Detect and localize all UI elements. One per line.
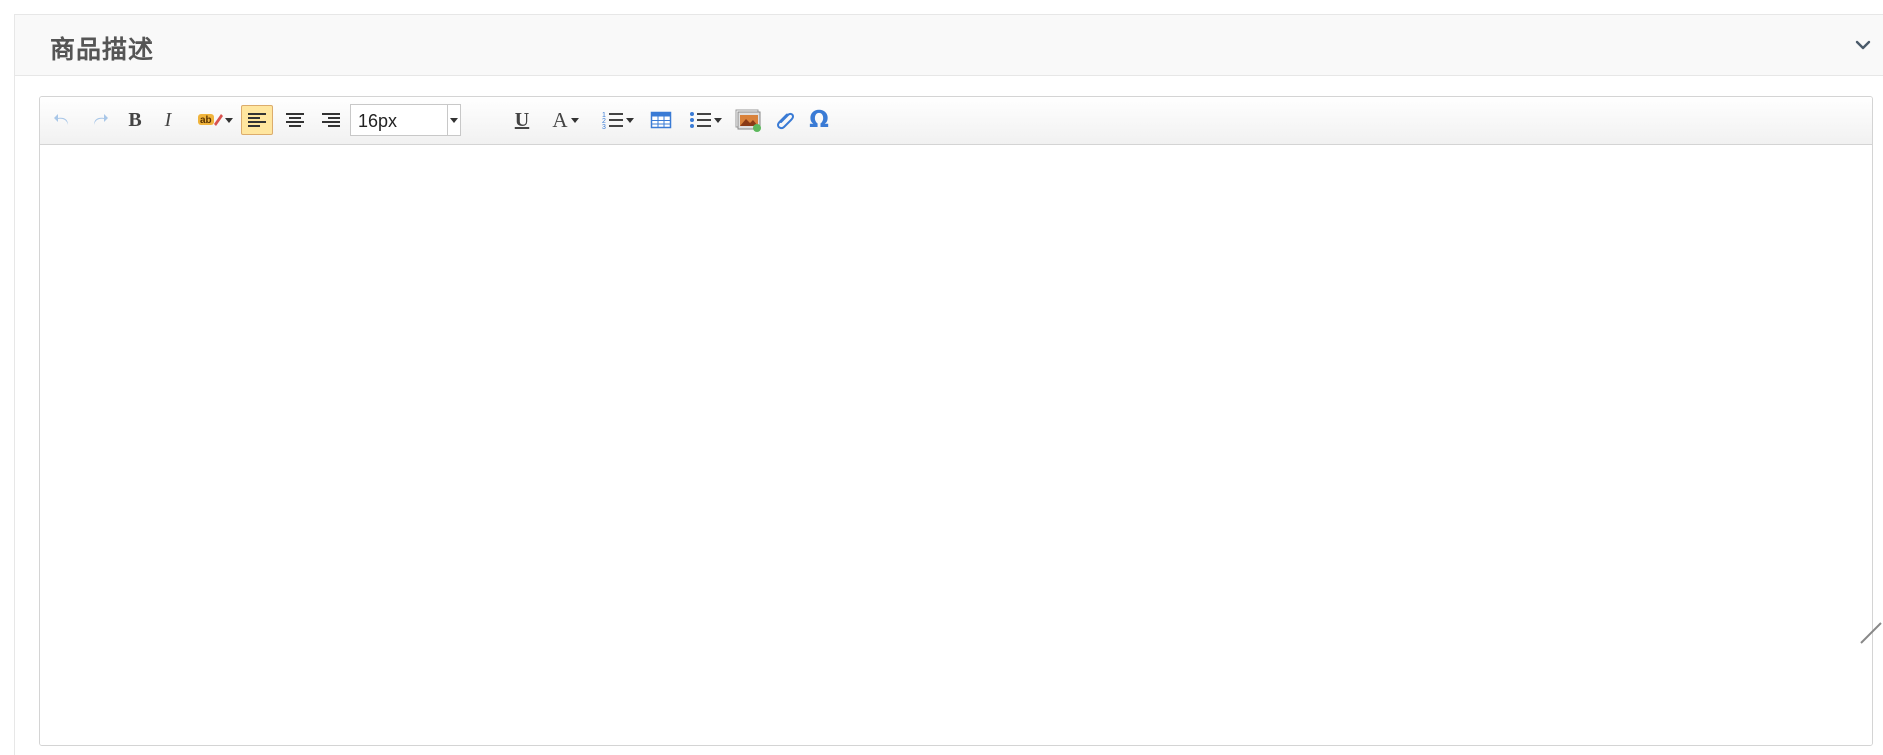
- underline-button[interactable]: U: [510, 105, 534, 135]
- page: 商品描述 B I ab 16px U A 1 2 3 Ω: [0, 0, 1883, 755]
- font-size-value: 16px: [358, 111, 398, 131]
- font-color-label: A: [552, 107, 568, 132]
- dropdown-arrow-icon: [714, 118, 722, 123]
- editor-content-area[interactable]: [40, 145, 1872, 745]
- font-color-button[interactable]: A: [546, 105, 586, 135]
- resize-handle[interactable]: [1859, 621, 1883, 645]
- align-left-button[interactable]: [241, 105, 273, 135]
- svg-text:ab: ab: [200, 115, 212, 126]
- dropdown-arrow-icon: [225, 118, 233, 123]
- italic-button[interactable]: I: [158, 105, 178, 135]
- unordered-list-icon: [690, 112, 711, 128]
- dropdown-arrow-icon: [626, 118, 634, 123]
- bold-button[interactable]: B: [124, 105, 146, 135]
- svg-text:3: 3: [602, 124, 606, 131]
- align-center-button[interactable]: [280, 105, 310, 135]
- align-center-icon: [286, 113, 304, 127]
- redo-icon: [94, 114, 108, 125]
- editor-toolbar: B I ab 16px U A 1 2 3 Ω: [40, 97, 1872, 145]
- chevron-down-icon[interactable]: [1851, 35, 1875, 55]
- unordered-list-button[interactable]: [684, 105, 728, 135]
- special-character-button[interactable]: Ω: [804, 105, 834, 135]
- panel-header: 商品描述: [15, 15, 1883, 76]
- undo-button[interactable]: [52, 105, 74, 135]
- ordered-list-button[interactable]: 1 2 3: [596, 105, 640, 135]
- undo-icon: [54, 114, 68, 125]
- redo-button[interactable]: [88, 105, 110, 135]
- align-right-icon: [322, 113, 340, 127]
- attachment-button[interactable]: [772, 105, 800, 135]
- dropdown-arrow-icon: [570, 118, 579, 123]
- paperclip-icon: [776, 112, 795, 130]
- ordered-list-icon: 1 2 3: [602, 112, 623, 131]
- align-right-button[interactable]: [316, 105, 346, 135]
- rich-text-editor: B I ab 16px U A 1 2 3 Ω: [39, 96, 1873, 746]
- table-icon: [650, 111, 672, 129]
- insert-image-button[interactable]: [732, 105, 764, 135]
- table-button[interactable]: [648, 105, 674, 135]
- align-left-icon: [248, 113, 266, 127]
- chevron-down-icon[interactable]: [447, 105, 460, 135]
- panel-title: 商品描述: [50, 35, 155, 64]
- font-size-select[interactable]: 16px: [350, 104, 461, 136]
- highlight-button[interactable]: ab: [192, 105, 238, 135]
- highlight-icon: ab: [198, 114, 223, 126]
- image-icon: [735, 109, 761, 132]
- product-description-panel: 商品描述 B I ab 16px U A 1 2 3 Ω: [14, 14, 1883, 755]
